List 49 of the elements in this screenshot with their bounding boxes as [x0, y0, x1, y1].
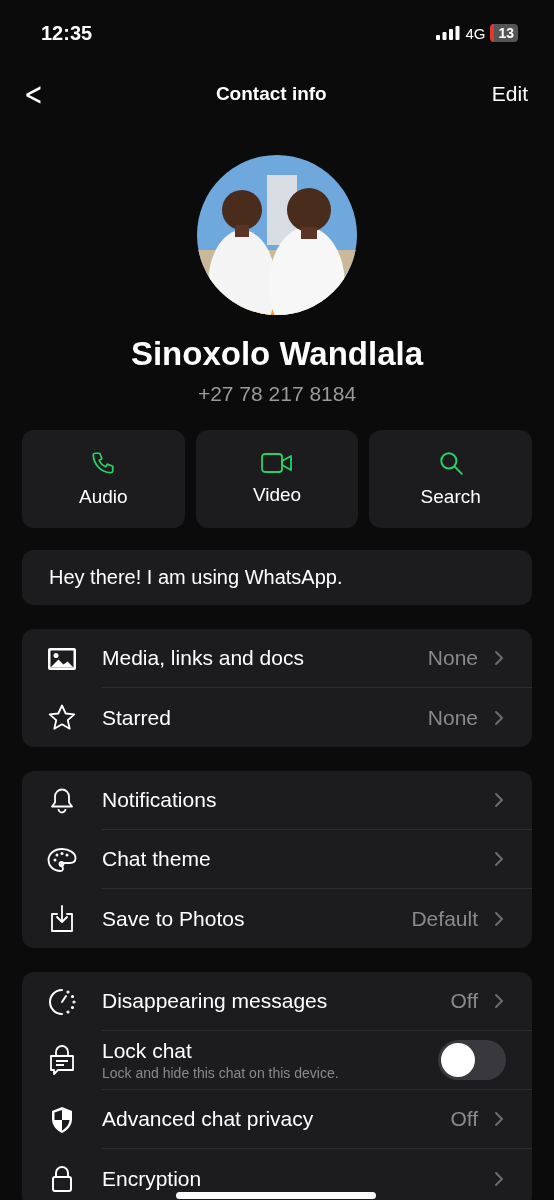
bell-icon	[50, 787, 74, 814]
chevron-icon[interactable]	[494, 993, 504, 1009]
row-label[interactable]: Starred	[102, 705, 428, 730]
contact-name: Sinoxolo Wandlala	[130, 335, 424, 373]
palette-icon	[47, 846, 77, 873]
network-label: 4G	[465, 24, 486, 42]
shield-icon	[50, 1105, 74, 1134]
chevron-icon[interactable]	[494, 650, 504, 666]
row-value: None	[427, 646, 478, 670]
search-icon	[437, 450, 464, 476]
chevron-icon[interactable]	[494, 709, 504, 726]
video-button[interactable]: Video	[195, 430, 359, 528]
about-status: Hey there! I am using WhatsApp.	[22, 550, 532, 605]
chevron-icon[interactable]	[494, 1111, 504, 1127]
chevron-icon[interactable]	[494, 910, 504, 927]
page-title: Contact info	[215, 83, 327, 105]
row-value: Default	[411, 906, 478, 931]
row-label[interactable]: Disappearing messages	[102, 989, 451, 1013]
row-value: Off	[450, 1107, 478, 1131]
star-icon	[48, 704, 76, 731]
row-value: Off	[450, 989, 478, 1013]
lock-chat-toggle[interactable]	[438, 1040, 506, 1080]
timer-icon	[47, 987, 77, 1016]
row-label[interactable]: Media, links and docs	[102, 646, 428, 670]
clock-time: 12:35	[41, 21, 93, 45]
phone-number: +27 78 217 8184	[197, 382, 357, 406]
row-subtitle: Lock and hide this chat on this device.	[102, 1065, 340, 1081]
download-icon	[50, 904, 74, 933]
signal-icon	[436, 26, 461, 40]
battery-level: 13	[490, 24, 518, 42]
video-camera-icon	[261, 452, 293, 474]
row-label[interactable]: Chat theme	[102, 847, 494, 871]
search-button[interactable]: Search	[369, 430, 532, 528]
edit-button[interactable]: Edit	[491, 82, 528, 106]
audio-button[interactable]: Audio	[22, 430, 185, 528]
row-label[interactable]: Save to Photos	[102, 906, 412, 931]
row-label[interactable]: Lock chat	[102, 1039, 438, 1063]
chevron-icon[interactable]	[494, 792, 504, 808]
chevron-icon[interactable]	[494, 851, 504, 867]
phone-icon	[90, 450, 117, 476]
chevron-icon[interactable]	[494, 1170, 504, 1187]
image-icon	[47, 646, 77, 671]
lock-chat-icon	[49, 1044, 75, 1077]
row-label[interactable]: Encryption	[102, 1166, 494, 1191]
row-label[interactable]: Advanced chat privacy	[102, 1107, 451, 1131]
row-value: None	[427, 705, 478, 730]
row-label[interactable]: Notifications	[102, 788, 494, 812]
back-button[interactable]: <	[21, 75, 46, 113]
lock-icon	[51, 1164, 73, 1193]
